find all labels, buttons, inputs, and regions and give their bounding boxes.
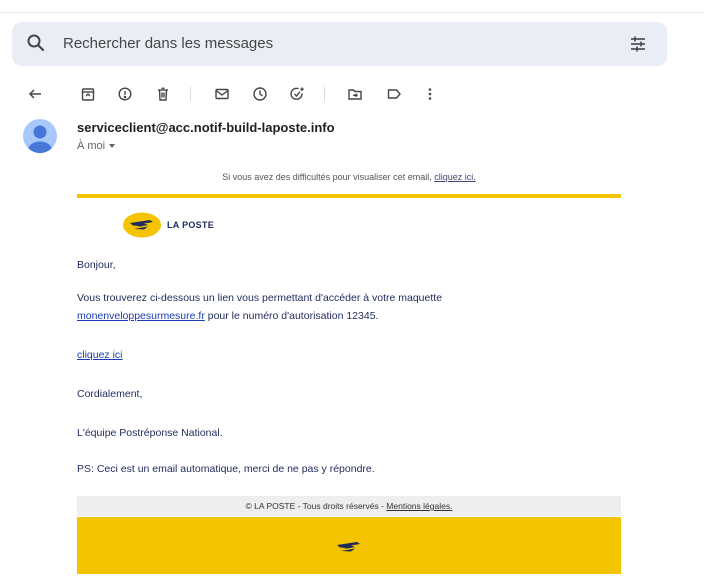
back-arrow-icon[interactable] [25, 84, 45, 104]
legal-mentions-link[interactable]: Mentions légales. [386, 501, 452, 511]
toolbar-separator [190, 87, 191, 101]
paragraph-line-1: Vous trouverez ci-dessous un lien vous p… [77, 292, 443, 304]
move-to-icon[interactable] [345, 84, 365, 104]
more-vert-icon[interactable] [420, 84, 440, 104]
footer-copyright: © LA POSTE - Tous droits réservés - [245, 501, 387, 511]
sender-email[interactable]: serviceclient@acc.notif-build-laposte.in… [77, 120, 335, 135]
delete-icon[interactable] [153, 84, 173, 104]
footer-banner [77, 517, 621, 574]
notice-link[interactable]: cliquez ici. [434, 172, 476, 182]
archive-icon[interactable] [78, 84, 98, 104]
search-bar[interactable]: Rechercher dans les messages [12, 22, 667, 66]
search-input[interactable]: Rechercher dans les messages [63, 35, 273, 52]
search-icon[interactable] [26, 33, 46, 58]
add-to-tasks-icon[interactable] [287, 84, 307, 104]
la-poste-logo-text: LA POSTE [167, 220, 215, 230]
paragraph-line-2-text: pour le numéro d'autorisation 12345. [204, 310, 379, 322]
sender-avatar[interactable] [23, 119, 57, 153]
website-link[interactable]: monenveloppesurmesure.fr [77, 310, 205, 322]
closing: Cordialement, [77, 388, 143, 400]
signature: L'équipe Postréponse National. [77, 427, 223, 439]
cta-link[interactable]: cliquez ici [77, 349, 123, 361]
notice-text: Si vous avez des difficultés pour visual… [222, 172, 435, 182]
label-icon[interactable] [384, 84, 404, 104]
report-spam-icon[interactable] [115, 84, 135, 104]
paragraph-line-2: monenveloppesurmesure.fr pour le numéro … [77, 310, 378, 322]
la-poste-logo-icon [122, 211, 162, 239]
chevron-down-icon[interactable] [109, 144, 116, 149]
recipient-label: À moi [77, 140, 106, 152]
snooze-icon[interactable] [250, 84, 270, 104]
greeting: Bonjour, [77, 259, 116, 271]
view-issue-notice: Si vous avez des difficultés pour visual… [77, 172, 621, 182]
top-bar [0, 0, 704, 13]
recipient-details[interactable]: À moi [77, 140, 116, 152]
toolbar-separator [324, 87, 325, 101]
message-toolbar [0, 76, 704, 112]
ps-note: PS: Ceci est un email automatique, merci… [77, 463, 375, 475]
yellow-divider [77, 194, 621, 198]
la-poste-footer-logo-icon [329, 534, 369, 560]
mark-unread-icon[interactable] [212, 84, 232, 104]
search-options-icon[interactable] [628, 34, 648, 59]
email-footer: © LA POSTE - Tous droits réservés - Ment… [77, 496, 621, 516]
